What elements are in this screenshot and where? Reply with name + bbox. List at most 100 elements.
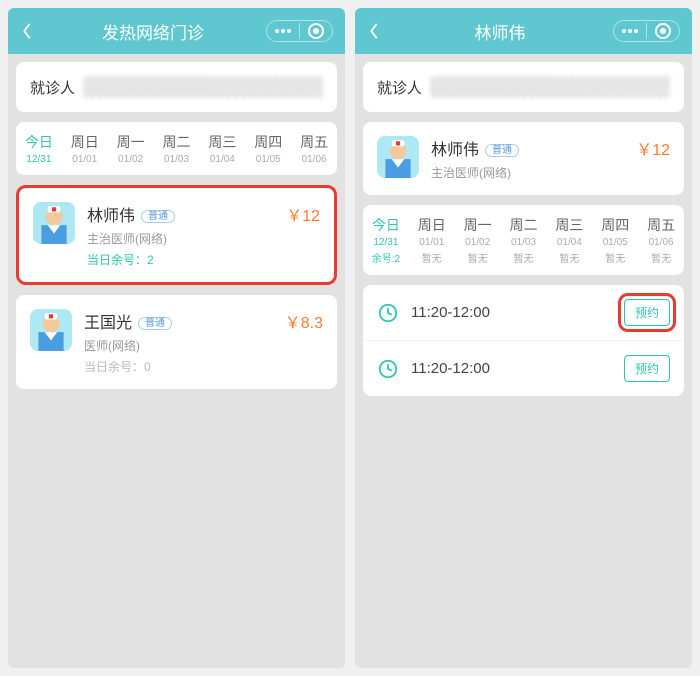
doctor-title: 主治医师(网络) [431,164,670,181]
day-label: 周五 [638,215,684,235]
back-icon[interactable] [20,22,40,40]
doctor-card[interactable]: 林师伟普通主治医师(网络) 当日余号：2 ￥12 [16,185,337,285]
book-button[interactable]: 预约 [624,299,670,326]
phone-left: 发热网络门诊 就诊人 今日12/31周日01/01周一01/02周二01/03周… [8,8,345,668]
avatar [30,309,72,351]
page-title: 发热网络门诊 [40,19,266,44]
day-date: 01/06 [291,154,337,165]
day-date: 01/06 [638,237,684,248]
day-date: 01/05 [245,154,291,165]
day-date: 12/31 [363,237,409,248]
day-availability: 暂无 [638,250,684,265]
price: ￥12 [636,136,670,160]
patient-label: 就诊人 [377,77,422,98]
day-label: 周一 [108,132,154,152]
time-slot: 11:20-12:00 预约 [363,341,684,396]
capsule-button[interactable] [613,20,680,42]
slot-time: 11:20-12:00 [411,360,612,377]
date-tabs: 今日12/31余号:2周日01/01暂无周一01/02暂无周二01/03暂无周三… [363,205,684,275]
day-availability: 暂无 [409,250,455,265]
date-tab[interactable]: 周五 01/06 [291,128,337,169]
time-slot: 11:20-12:00 预约 [363,285,684,341]
capsule-button[interactable] [266,20,333,42]
doctor-name: 林师伟 [87,202,135,226]
day-date: 12/31 [16,154,62,165]
date-tab[interactable]: 周一 01/02 [108,128,154,169]
date-tab[interactable]: 周一 01/02 暂无 [455,211,501,269]
doctor-list: 林师伟普通主治医师(网络)当日余号：2￥12王国光普通医师(网络)当日余号：0￥… [16,185,337,389]
day-availability: 暂无 [592,250,638,265]
menu-dots-icon[interactable] [275,29,291,33]
date-tab[interactable]: 周四 01/05 [245,128,291,169]
doctor-card[interactable]: 林师伟普通 主治医师(网络) ￥12 [363,122,684,195]
day-label: 周四 [592,215,638,235]
day-date: 01/03 [154,154,200,165]
patient-card[interactable]: 就诊人 [363,62,684,112]
clock-icon [377,358,399,380]
date-tab[interactable]: 周日 01/01 [62,128,108,169]
day-availability: 暂无 [546,250,592,265]
doctor-title: 医师(网络) [84,337,323,354]
book-button[interactable]: 预约 [624,355,670,382]
day-label: 周四 [245,132,291,152]
day-label: 周一 [455,215,501,235]
remain-label: 当日余号：0 [84,358,323,375]
day-availability: 余号:2 [363,250,409,265]
day-label: 周五 [291,132,337,152]
patient-card[interactable]: 就诊人 [16,62,337,112]
date-tab[interactable]: 周二 01/03 [154,128,200,169]
slot-list: 11:20-12:00 预约 11:20-12:00 预约 [363,285,684,396]
page-title: 林师伟 [387,19,613,44]
body: 就诊人 林师伟普通 主治医师(网络) ￥12 今日12/31余号:2周日01/0… [355,54,692,668]
body: 就诊人 今日12/31周日01/01周一01/02周二01/03周三01/04周… [8,54,345,668]
day-label: 周三 [546,215,592,235]
doctor-tag: 普通 [141,210,175,223]
close-circle-icon[interactable] [655,23,671,39]
phone-right: 林师伟 就诊人 林师伟普通 主治医师(网络) ￥12 今日12/31余号:2周日… [355,8,692,668]
avatar [33,202,75,244]
day-label: 周日 [409,215,455,235]
date-tab[interactable]: 周三 01/04 暂无 [546,211,592,269]
header: 发热网络门诊 [8,8,345,54]
doctor-name: 林师伟 [431,136,479,160]
day-label: 周三 [199,132,245,152]
date-tab[interactable]: 今日 12/31 [16,128,62,169]
doctor-tag: 普通 [138,317,172,330]
day-label: 今日 [363,215,409,235]
date-tab[interactable]: 今日 12/31 余号:2 [363,211,409,269]
remain-label: 当日余号：2 [87,251,320,268]
price: ￥8.3 [285,309,323,333]
date-tab[interactable]: 周四 01/05 暂无 [592,211,638,269]
day-date: 01/01 [62,154,108,165]
day-label: 周二 [501,215,547,235]
day-date: 01/02 [455,237,501,248]
day-date: 01/03 [501,237,547,248]
day-date: 01/04 [199,154,245,165]
day-label: 周二 [154,132,200,152]
price: ￥12 [286,202,320,226]
date-tab[interactable]: 周五 01/06 暂无 [638,211,684,269]
day-date: 01/02 [108,154,154,165]
date-tab[interactable]: 周三 01/04 [199,128,245,169]
menu-dots-icon[interactable] [622,29,638,33]
day-date: 01/05 [592,237,638,248]
day-availability: 暂无 [501,250,547,265]
day-label: 今日 [16,132,62,152]
doctor-name: 王国光 [84,309,132,333]
doctor-tag: 普通 [485,144,519,157]
close-circle-icon[interactable] [308,23,324,39]
day-label: 周日 [62,132,108,152]
header: 林师伟 [355,8,692,54]
clock-icon [377,302,399,324]
patient-name-redacted [430,76,670,98]
day-date: 01/04 [546,237,592,248]
patient-name-redacted [83,76,323,98]
doctor-title: 主治医师(网络) [87,230,320,247]
date-tab[interactable]: 周日 01/01 暂无 [409,211,455,269]
day-date: 01/01 [409,237,455,248]
day-availability: 暂无 [455,250,501,265]
back-icon[interactable] [367,22,387,40]
date-tab[interactable]: 周二 01/03 暂无 [501,211,547,269]
slot-time: 11:20-12:00 [411,304,612,321]
doctor-card[interactable]: 王国光普通医师(网络) 当日余号：0 ￥8.3 [16,295,337,389]
